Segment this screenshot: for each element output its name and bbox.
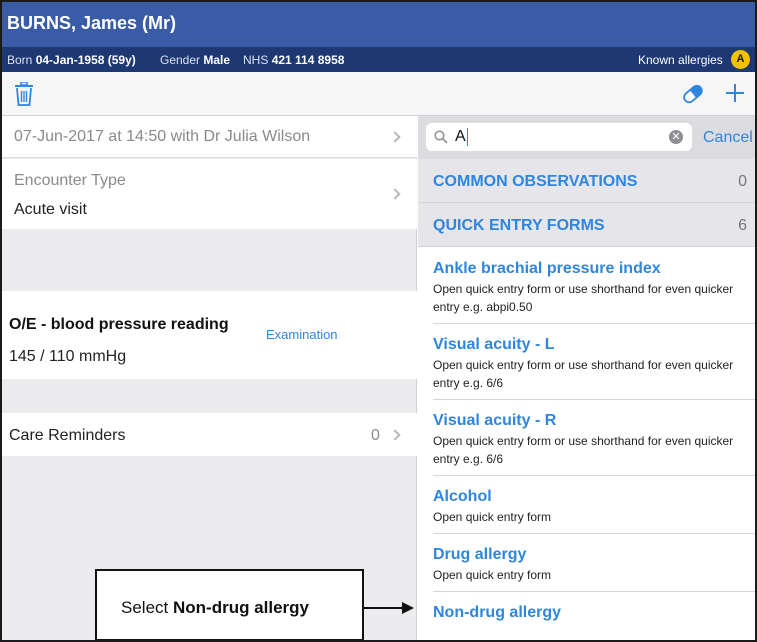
entry-description: Open quick entry form or use shorthand f… xyxy=(433,282,734,314)
list-item-drug-allergy[interactable]: Drug allergy Open quick entry form xyxy=(433,546,755,592)
patient-name-header: BURNS, James (Mr) xyxy=(2,2,755,47)
patient-name: BURNS, James (Mr) xyxy=(7,13,177,33)
entry-title: Ankle brachial pressure index xyxy=(433,260,661,277)
search-icon xyxy=(434,130,448,149)
entry-title: Alcohol xyxy=(433,488,492,505)
entry-title: Visual acuity - L xyxy=(433,336,555,353)
entry-title: Visual acuity - R xyxy=(433,412,557,429)
pill-icon[interactable] xyxy=(681,83,705,110)
nhs-info: NHS 421 114 8958 xyxy=(243,53,344,67)
arrow-right-icon xyxy=(402,602,414,614)
search-query: A xyxy=(455,128,466,145)
section-common-observations[interactable]: COMMON OBSERVATIONS 0 xyxy=(418,159,755,203)
observation-value: 145 / 110 mmHg xyxy=(9,348,127,365)
list-item-alcohol[interactable]: Alcohol Open quick entry form xyxy=(433,488,755,534)
care-reminders-count: 0 xyxy=(371,427,380,444)
care-reminders-row[interactable]: Care Reminders 0 xyxy=(2,413,417,456)
list-item-visual-acuity-r[interactable]: Visual acuity - R Open quick entry form … xyxy=(433,412,755,476)
entry-title: Drug allergy xyxy=(433,546,527,563)
app-frame: BURNS, James (Mr) Born 04-Jan-1958 (59y)… xyxy=(0,0,757,642)
allergy-warning-icon[interactable]: A xyxy=(731,50,750,69)
care-reminders-label: Care Reminders xyxy=(9,427,126,444)
chevron-right-icon xyxy=(389,131,401,143)
callout-target: Non-drug allergy xyxy=(172,598,309,617)
nhs-label: NHS xyxy=(243,53,269,67)
entry-description: Open quick entry form or use shorthand f… xyxy=(433,434,734,466)
born-label: Born xyxy=(7,53,33,67)
section-count: 0 xyxy=(738,173,747,190)
search-bar: A ✕ Cancel xyxy=(418,116,755,159)
encounter-type-value: Acute visit xyxy=(14,201,87,218)
consultation-header-row[interactable]: 07-Jun-2017 at 14:50 with Dr Julia Wilso… xyxy=(2,116,417,158)
clear-search-icon[interactable]: ✕ xyxy=(669,130,683,144)
section-title: QUICK ENTRY FORMS xyxy=(433,217,605,234)
encounter-type-label: Encounter Type xyxy=(14,172,126,189)
observation-title: O/E - blood pressure reading xyxy=(9,316,229,333)
known-allergies-label[interactable]: Known allergies xyxy=(638,53,723,67)
search-input[interactable]: A ✕ xyxy=(426,123,692,151)
observation-category-tag: Examination xyxy=(266,327,338,342)
quick-entry-search-panel: A ✕ Cancel COMMON OBSERVATIONS 0 QUICK E… xyxy=(418,116,755,640)
consultation-details: 07-Jun-2017 at 14:50 with Dr Julia Wilso… xyxy=(14,128,311,145)
entry-title: Non-drug allergy xyxy=(433,604,562,621)
text-cursor xyxy=(467,128,468,146)
consultation-panel: 07-Jun-2017 at 14:50 with Dr Julia Wilso… xyxy=(2,116,417,640)
born-info: Born 04-Jan-1958 (59y) xyxy=(7,53,136,67)
chevron-right-icon xyxy=(389,188,401,200)
entry-description: Open quick entry form xyxy=(433,510,552,524)
gender-value: Male xyxy=(203,53,231,67)
cancel-button[interactable]: Cancel xyxy=(703,129,753,147)
chevron-right-icon xyxy=(389,429,401,441)
gender-info: Gender Male xyxy=(160,53,230,67)
callout-arrow-line xyxy=(364,607,404,609)
instruction-callout: Select Non-drug allergy xyxy=(95,569,364,640)
section-quick-entry-forms[interactable]: QUICK ENTRY FORMS 6 xyxy=(418,203,755,247)
gender-label: Gender xyxy=(160,53,201,67)
observation-row[interactable]: O/E - blood pressure reading Examination… xyxy=(2,291,417,379)
patient-info-bar: Born 04-Jan-1958 (59y) Gender Male NHS 4… xyxy=(2,47,755,72)
callout-prefix: Select xyxy=(121,598,169,617)
list-item-ankle-brachial-pressure-index[interactable]: Ankle brachial pressure index Open quick… xyxy=(433,260,755,324)
entry-description: Open quick entry form or use shorthand f… xyxy=(433,358,734,390)
section-count: 6 xyxy=(738,217,747,234)
plus-icon[interactable] xyxy=(725,83,745,108)
list-item-visual-acuity-l[interactable]: Visual acuity - L Open quick entry form … xyxy=(433,336,755,400)
section-title: COMMON OBSERVATIONS xyxy=(433,173,638,190)
encounter-type-row[interactable]: Encounter Type Acute visit xyxy=(2,159,417,229)
born-value: 04-Jan-1958 (59y) xyxy=(35,53,136,67)
toolbar xyxy=(2,72,755,116)
trash-icon[interactable] xyxy=(14,81,34,111)
list-item-non-drug-allergy[interactable]: Non-drug allergy xyxy=(433,604,755,640)
nhs-value: 421 114 8958 xyxy=(271,53,345,67)
entry-description: Open quick entry form xyxy=(433,568,552,582)
